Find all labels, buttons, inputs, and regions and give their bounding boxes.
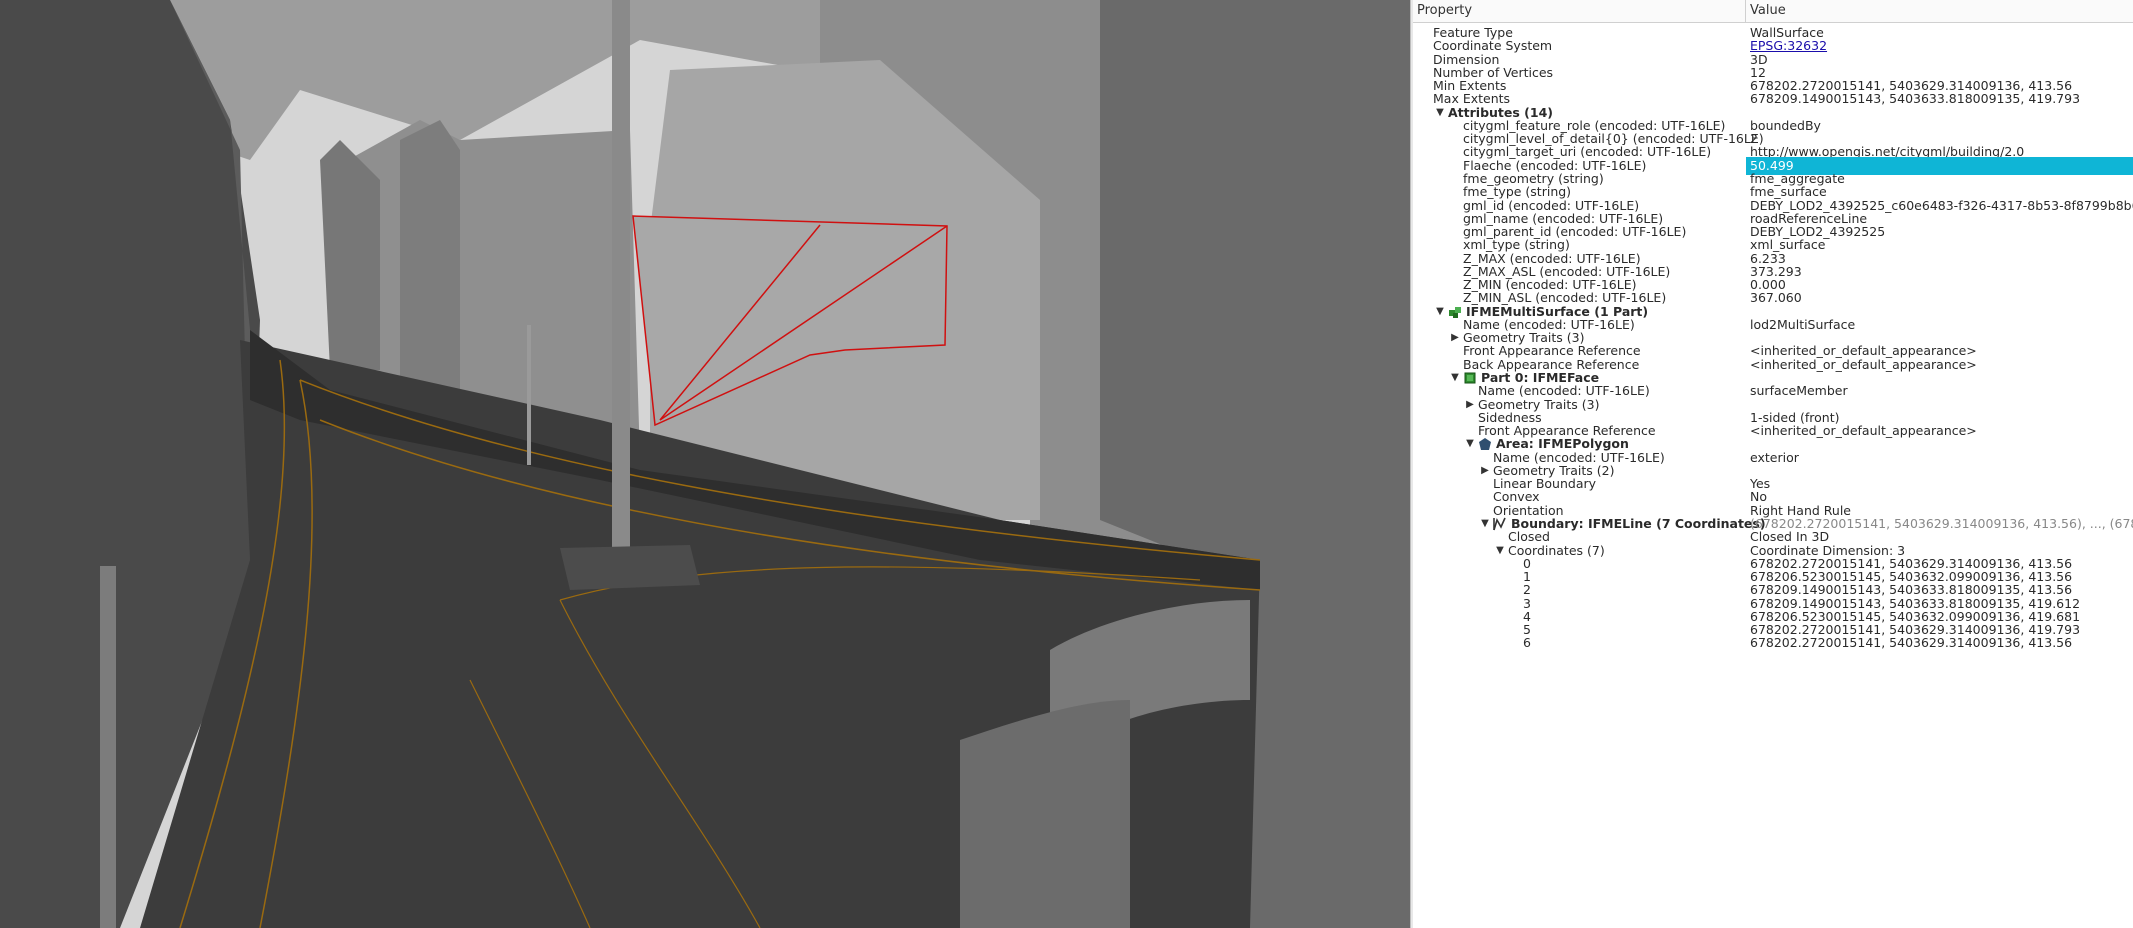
- 3d-viewport[interactable]: [0, 0, 1410, 928]
- value-column-header[interactable]: Value: [1746, 0, 2133, 22]
- scene-render[interactable]: [0, 0, 1410, 928]
- thin-pole: [527, 325, 531, 465]
- lamp-pole-left: [100, 566, 116, 928]
- retaining-wall-lower: [960, 700, 1130, 928]
- table-header: Property Value: [1413, 0, 2133, 23]
- pole-base: [560, 545, 700, 590]
- lamp-pole: [612, 0, 630, 570]
- property-label: 6: [1523, 635, 1531, 651]
- gable-end: [320, 140, 380, 370]
- property-column-header[interactable]: Property: [1413, 0, 1746, 22]
- gable-end-2: [400, 120, 460, 390]
- property-row[interactable]: 6 678202.2720015141, 5403629.314009136, 4…: [1413, 634, 2133, 652]
- property-value: 678202.2720015141, 5403629.314009136, 41…: [1750, 635, 2073, 651]
- feature-information-panel: Property Value Feature Type WallSurface Co…: [1413, 0, 2133, 928]
